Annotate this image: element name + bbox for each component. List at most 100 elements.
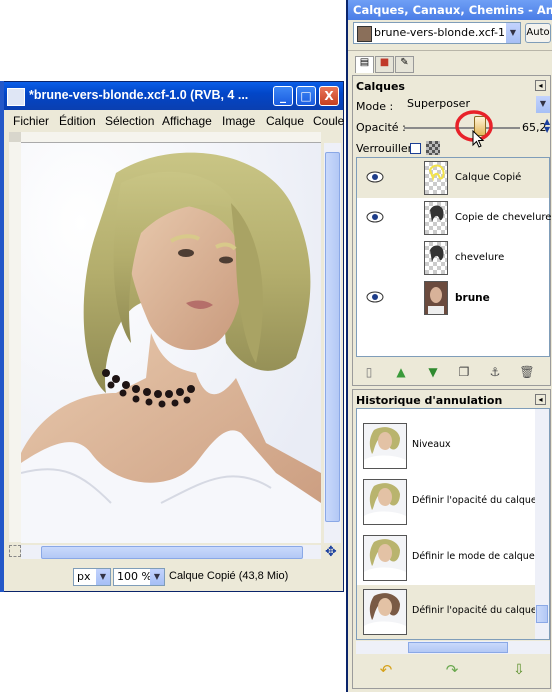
history-label: Définir l'opacité du calque (412, 605, 537, 616)
history-thumbnail (363, 535, 407, 581)
layers-panel-title: Calques (356, 80, 405, 93)
desktop-edge (0, 81, 4, 592)
dock-tabs: ▤ ■ ✎ (353, 54, 548, 74)
history-list: Niveaux Définir l'opacité du calque Défi… (356, 408, 550, 640)
menu-bar: Fichier Édition Sélection Affichage Imag… (1, 111, 344, 131)
gimp-app-icon[interactable] (7, 88, 25, 106)
undo-icon[interactable]: ↶ (378, 662, 394, 678)
alpha-lock-icon (426, 141, 440, 155)
auto-button[interactable]: Auto (525, 23, 551, 43)
chevron-down-icon: ▼ (506, 23, 520, 43)
menu-selection[interactable]: Sélection (105, 114, 154, 128)
anchor-layer-icon[interactable]: ⚓ (487, 364, 503, 380)
panel-menu-icon[interactable]: ◂ (535, 394, 546, 405)
layer-name: chevelure (455, 252, 505, 263)
history-thumbnail (363, 589, 407, 635)
menu-affichage[interactable]: Affichage (162, 114, 212, 128)
menu-couleurs[interactable]: Coule (313, 114, 344, 128)
menu-calque[interactable]: Calque (266, 114, 304, 128)
layer-row[interactable]: Copie de chevelure (357, 198, 551, 238)
history-thumbnail (363, 479, 407, 525)
image-selector-value: brune-vers-blonde.xcf-1 (374, 26, 505, 39)
mouse-cursor-icon (472, 130, 485, 148)
image-selector[interactable]: brune-vers-blonde.xcf-1 ▼ (353, 22, 521, 44)
layer-name: brune (455, 292, 490, 304)
zoom-value: 100 % (117, 570, 152, 583)
layer-row[interactable]: chevelure (357, 238, 549, 278)
vertical-scrollbar-thumb[interactable] (325, 152, 340, 522)
horizontal-ruler[interactable] (21, 132, 321, 143)
horizontal-scrollbar-thumb[interactable] (41, 546, 303, 559)
history-scrollbar-thumb[interactable] (536, 605, 548, 623)
unit-value: px (77, 570, 91, 583)
status-info: Calque Copié (43,8 Mio) (169, 570, 289, 582)
tab-paths-icon[interactable]: ✎ (395, 56, 414, 73)
tab-channels-icon[interactable]: ■ (375, 56, 394, 73)
image-window-title: *brune-vers-blonde.xcf-1.0 (RVB, 4 ... (29, 88, 249, 102)
image-window: *brune-vers-blonde.xcf-1.0 (RVB, 4 ... _… (0, 81, 344, 592)
dock-title: Calques, Canaux, Chemins - An... (353, 3, 552, 17)
eye-icon[interactable] (366, 291, 384, 303)
menu-fichier[interactable]: Fichier (13, 114, 49, 128)
layer-name: Calque Copié (455, 172, 522, 183)
history-hscrollbar-thumb[interactable] (408, 642, 508, 653)
history-item[interactable]: Définir l'opacité du calque (357, 475, 537, 529)
duplicate-layer-icon[interactable]: ❐ (456, 364, 472, 380)
opacity-spin-icon[interactable]: ▲ ▼ (544, 118, 550, 134)
history-panel-title: Historique d'annulation (356, 394, 503, 407)
close-button[interactable]: X (319, 86, 339, 106)
chevron-down-icon: ▼ (536, 96, 550, 113)
history-actions-bar: ↶ ↷ ⇩ (356, 660, 550, 682)
photo-thumb-icon (364, 590, 406, 634)
maximize-button[interactable]: □ (296, 86, 316, 106)
photo-thumb-icon (364, 480, 406, 524)
layer-row[interactable]: brune (357, 278, 549, 318)
history-label: Définir le mode de calque (412, 551, 535, 562)
layer-thumbnail (424, 241, 448, 275)
hair-shape-icon (430, 205, 444, 222)
chevron-down-icon: ▼ (96, 569, 110, 585)
unit-selector[interactable]: px ▼ (73, 568, 111, 586)
layer-row[interactable]: Calque Copié (357, 158, 549, 198)
menu-image[interactable]: Image (222, 114, 255, 128)
navigate-icon[interactable]: ✥ (325, 544, 337, 560)
hair-shape-icon (428, 164, 445, 182)
layer-thumbnail (424, 161, 448, 195)
ruler-corner[interactable] (9, 132, 21, 142)
delete-layer-icon[interactable]: 🗑 (519, 364, 535, 380)
menu-edition[interactable]: Édition (59, 114, 96, 128)
history-item[interactable]: Niveaux (357, 419, 535, 473)
layer-thumbnail (424, 201, 448, 235)
zoom-selector[interactable]: 100 % ▼ (113, 568, 165, 586)
tab-layers-icon[interactable]: ▤ (355, 56, 374, 73)
layer-thumbnail (424, 281, 448, 315)
image-canvas[interactable] (21, 143, 321, 543)
minimize-button[interactable]: _ (273, 86, 293, 106)
clear-history-icon[interactable]: ⇩ (511, 662, 527, 678)
history-item-selected[interactable]: Définir l'opacité du calque (357, 585, 537, 639)
photo-thumb-icon (364, 536, 406, 580)
quick-mask-icon[interactable] (9, 545, 21, 557)
layers-dock: Calques, Canaux, Chemins - An... brune-v… (346, 0, 552, 692)
status-bar: px ▼ 100 % ▼ Calque Copié (43,8 Mio) (1, 564, 343, 590)
photo-blonde-woman (21, 143, 321, 543)
divider (348, 50, 552, 51)
new-layer-icon[interactable]: ▯ (361, 364, 377, 380)
raise-layer-icon[interactable]: ▲ (393, 364, 409, 380)
lower-layer-icon[interactable]: ▼ (425, 364, 441, 380)
hair-shape-icon (430, 245, 444, 262)
mode-label: Mode : (356, 100, 394, 113)
eye-icon[interactable] (366, 171, 384, 183)
layer-actions-bar: ▯ ▲ ▼ ❐ ⚓ 🗑 (356, 362, 550, 382)
panel-menu-icon[interactable]: ◂ (535, 80, 546, 91)
photo-thumb-icon (364, 424, 406, 468)
history-item[interactable]: Définir le mode de calque (357, 531, 535, 585)
opacity-value: 65,2 (522, 121, 547, 134)
lock-pixels-checkbox[interactable] (410, 143, 421, 154)
redo-icon[interactable]: ↷ (444, 662, 460, 678)
history-label: Définir l'opacité du calque (412, 495, 537, 506)
chevron-down-icon: ▼ (150, 569, 164, 585)
eye-icon[interactable] (366, 211, 384, 223)
layer-list: Calque Copié Copie de chevelure chevelur… (356, 157, 551, 357)
image-thumbnail-icon (357, 26, 372, 42)
